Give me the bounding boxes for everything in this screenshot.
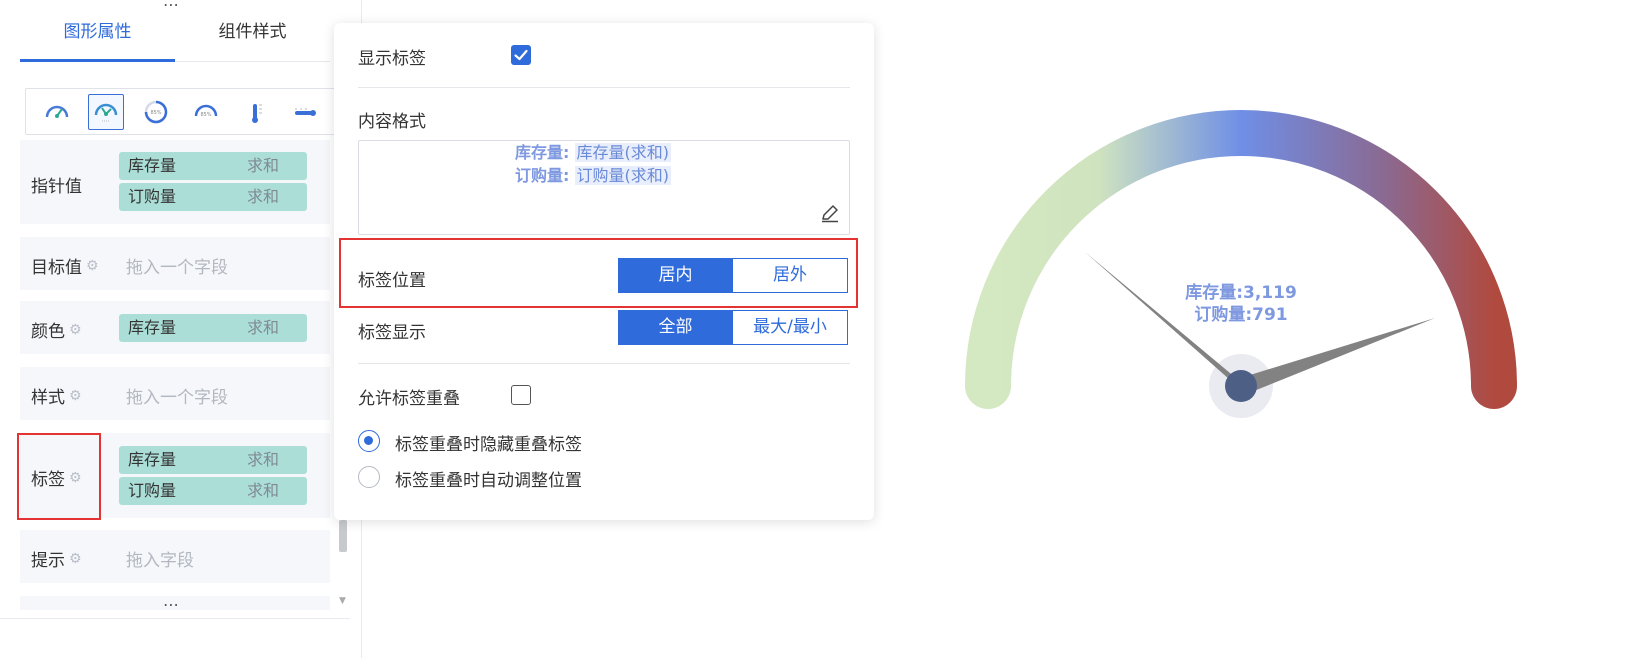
field-row-target: 目标值 ⚙ 拖入一个字段 — [20, 237, 330, 290]
pill-field-name: 库存量 — [128, 156, 177, 175]
allow-overlap-text: 允许标签重叠 — [358, 389, 460, 409]
gauge-hub — [1225, 370, 1257, 402]
gauge-label-order: 订购量:791 — [1194, 304, 1287, 325]
hide-overlap-text: 标签重叠时隐藏重叠标签 — [395, 435, 582, 455]
pill-aggregation: 求和 — [246, 156, 279, 175]
drop-zone-style[interactable]: 拖入一个字段 — [126, 383, 228, 408]
display-max-min-button[interactable]: 最大/最小 — [733, 310, 848, 345]
gear-icon[interactable]: ⚙ — [86, 259, 99, 273]
gauge-needle-order — [1237, 318, 1435, 395]
drop-zone-target[interactable]: 拖入一个字段 — [126, 253, 228, 278]
pill-aggregation: 求和 — [246, 318, 279, 337]
scrollbar-thumb[interactable] — [339, 520, 347, 552]
svg-text:85%: 85% — [151, 110, 162, 116]
field-label-tooltip: 提示 — [31, 551, 65, 571]
field-pill[interactable]: 订购量 求和 — [119, 477, 307, 505]
field-pill[interactable]: 订购量 求和 — [119, 183, 307, 211]
drop-zone-tooltip[interactable]: 拖入字段 — [126, 546, 194, 571]
field-pill[interactable]: 库存量 求和 — [119, 314, 307, 342]
field-row-color: 颜色 ⚙ 库存量 求和 — [20, 301, 330, 354]
pill-aggregation: 求和 — [246, 481, 279, 500]
gear-icon[interactable]: ⚙ — [69, 552, 82, 566]
pill-field-name: 订购量 — [128, 481, 177, 500]
field-label-pointer: 指针值 — [31, 177, 82, 197]
pill-field-name: 库存量 — [128, 450, 177, 469]
edit-icon[interactable] — [819, 202, 841, 228]
label-display-text: 标签显示 — [358, 323, 426, 343]
pill-aggregation: 求和 — [246, 450, 279, 469]
bottom-strip — [0, 618, 350, 658]
pill-aggregation: 求和 — [246, 187, 279, 206]
label-position-toggle: 居内 居外 — [618, 258, 848, 293]
allow-overlap-checkbox[interactable] — [511, 385, 531, 405]
svg-text:85%: 85% — [200, 112, 211, 118]
label-display-toggle: 全部 最大/最小 — [618, 310, 848, 345]
properties-panel: ⋯ 图形属性 组件样式 85% 85% 指针值 库存量 求和 订购量 求和 目标值 ⚙ — [0, 0, 362, 658]
half-ring-percent-icon[interactable]: 85% — [188, 94, 224, 130]
field-label-style: 样式 — [31, 388, 65, 408]
drag-handle-bottom[interactable]: ⋯ — [163, 597, 179, 613]
gauge-needle-icon[interactable] — [39, 94, 75, 130]
field-label-target: 目标值 — [31, 258, 82, 278]
show-label-text: 显示标签 — [358, 49, 426, 69]
display-all-button[interactable]: 全部 — [618, 310, 733, 345]
hide-overlap-radio[interactable] — [358, 430, 380, 452]
format-key: 订购量: — [515, 166, 570, 185]
chart-type-selector: 85% 85% — [25, 88, 337, 135]
divider — [358, 363, 850, 364]
gauge-arc — [965, 110, 1517, 409]
gear-icon[interactable]: ⚙ — [69, 323, 82, 337]
pill-field-name: 订购量 — [128, 187, 177, 206]
field-pill[interactable]: 库存量 求和 — [119, 446, 307, 474]
tab-component-style[interactable]: 组件样式 — [175, 14, 330, 62]
label-settings-popover: 显示标签 内容格式 库存量: 库存量(求和) 订购量: 订购量(求和) 标签位置… — [334, 23, 874, 520]
show-label-checkbox[interactable] — [511, 45, 531, 65]
position-outside-button[interactable]: 居外 — [733, 258, 848, 293]
field-pill[interactable]: 库存量 求和 — [119, 152, 307, 180]
auto-adjust-radio[interactable] — [358, 466, 380, 488]
gauge-multi-needle-icon[interactable] — [88, 93, 125, 130]
label-field-highlight-box — [17, 433, 101, 520]
gear-icon[interactable]: ⚙ — [69, 389, 82, 403]
tab-graphic-properties[interactable]: 图形属性 — [20, 14, 175, 62]
content-format-editor[interactable]: 库存量: 库存量(求和) 订购量: 订购量(求和) — [358, 140, 850, 235]
property-tabs: 图形属性 组件样式 — [20, 14, 330, 62]
format-value: 订购量(求和) — [574, 166, 671, 185]
scroll-down-arrow-icon[interactable]: ▼ — [339, 596, 346, 606]
check-icon — [514, 49, 528, 61]
field-row-style: 样式 ⚙ 拖入一个字段 — [20, 367, 330, 420]
ring-percent-icon[interactable]: 85% — [138, 94, 174, 130]
horizontal-tube-icon[interactable] — [287, 94, 323, 130]
divider — [358, 87, 850, 88]
gauge-label-stock: 库存量:3,119 — [1185, 282, 1297, 303]
field-row-tooltip: 提示 ⚙ 拖入字段 — [20, 530, 330, 583]
field-label-color: 颜色 — [31, 322, 65, 342]
auto-adjust-text: 标签重叠时自动调整位置 — [395, 471, 582, 491]
pill-field-name: 库存量 — [128, 318, 177, 337]
drag-handle-top[interactable]: ⋯ — [163, 0, 179, 13]
label-position-text: 标签位置 — [358, 271, 426, 291]
field-row-pointer: 指针值 库存量 求和 订购量 求和 — [20, 140, 330, 224]
vertical-tube-icon[interactable] — [237, 94, 273, 130]
content-format-text: 内容格式 — [358, 112, 426, 132]
position-inside-button[interactable]: 居内 — [618, 258, 733, 293]
format-value: 库存量(求和) — [574, 143, 671, 162]
format-key: 库存量: — [515, 143, 570, 162]
gauge-chart: 库存量:3,119 订购量:791 — [965, 110, 1517, 418]
